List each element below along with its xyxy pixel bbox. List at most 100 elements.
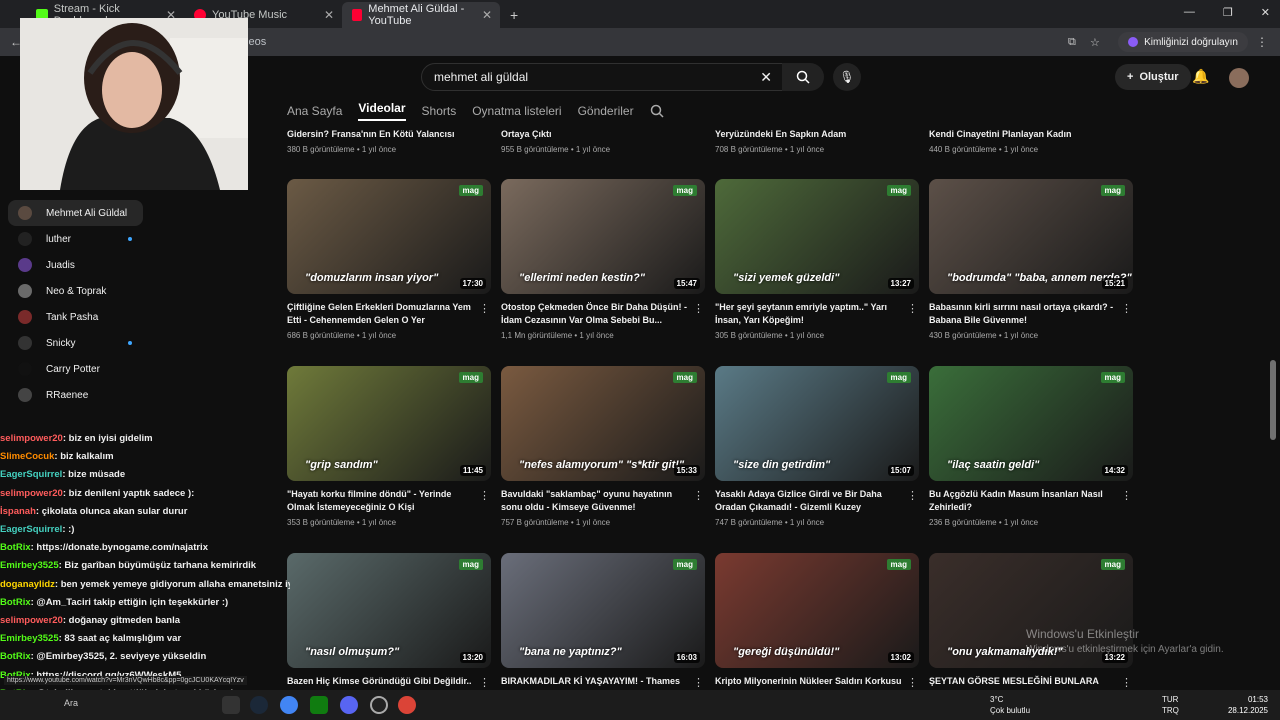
video-title[interactable]: Gidersin? Fransa'nın En Kötü Yalancısı	[287, 128, 477, 141]
video-title[interactable]: Otostop Çekmeden Önce Bir Daha Düşün! - …	[501, 301, 691, 327]
maximize-icon[interactable]: ❐	[1223, 6, 1233, 19]
video-title[interactable]: Çiftliğine Gelen Erkekleri Domuzlarına Y…	[287, 301, 477, 327]
more-options-icon[interactable]: ⋮	[907, 676, 918, 689]
subscription-item[interactable]: Snicky	[0, 330, 240, 356]
create-button[interactable]: + Oluştur	[1115, 64, 1191, 90]
menu-icon[interactable]: ⋮	[1256, 35, 1268, 49]
clock[interactable]: 01:53 28.12.2025	[1228, 694, 1268, 716]
subscription-item[interactable]: Neo & Toprak	[0, 278, 240, 304]
video-title[interactable]: Bu Açgözlü Kadın Masum İnsanları Nasıl Z…	[929, 488, 1119, 514]
video-card[interactable]: mag "bana ne yaptınız?" 16:03 BIRAKMADIL…	[501, 553, 706, 692]
video-card[interactable]: mag "gereği düşünüldü!" 13:02 Kripto Mil…	[715, 553, 920, 692]
video-card[interactable]: mag "grip sandım" 11:45 "Hayatı korku fi…	[287, 366, 492, 527]
subscription-item[interactable]: Juadis	[0, 252, 240, 278]
search-input[interactable]: mehmet ali güldal ✕	[421, 63, 783, 91]
video-title[interactable]: Babasının kirli sırrını nasıl ortaya çık…	[929, 301, 1119, 327]
video-title[interactable]: Ortaya Çıktı	[501, 128, 691, 141]
video-thumbnail[interactable]: mag "size din getirdim" 15:07	[715, 366, 919, 481]
taskbar-search[interactable]: Ara	[64, 698, 78, 708]
video-title[interactable]: Bavuldaki "saklambaç" oyunu hayatının so…	[501, 488, 691, 514]
more-options-icon[interactable]: ⋮	[1121, 489, 1132, 502]
more-options-icon[interactable]: ⋮	[479, 302, 490, 315]
tab-videos[interactable]: Videolar	[358, 101, 406, 121]
video-card[interactable]: mag "size din getirdim" 15:07 Yasaklı Ad…	[715, 366, 920, 527]
video-card[interactable]: mag "nasıl olmuşum?" 13:20 Bazen Hiç Kim…	[287, 553, 492, 692]
xbox-icon[interactable]	[310, 696, 328, 714]
video-thumbnail[interactable]: mag "gereği düşünüldü!" 13:02	[715, 553, 919, 668]
video-card[interactable]: Ortaya Çıktı 955 B görüntüleme • 1 yıl ön…	[501, 128, 706, 154]
video-thumbnail[interactable]: mag "ilaç saatin geldi" 14:32	[929, 366, 1133, 481]
weather-widget[interactable]: 3°C Çok bulutlu	[990, 694, 1030, 716]
video-title[interactable]: Bazen Hiç Kimse Göründüğü Gibi Değildir.…	[287, 675, 477, 688]
cast-icon[interactable]: ⧉	[1068, 36, 1076, 49]
video-card[interactable]: mag "domuzlarım insan yiyor" 17:30 Çiftl…	[287, 179, 492, 340]
video-title[interactable]: Yeryüzündeki En Sapkın Adam	[715, 128, 905, 141]
bell-icon[interactable]: 🔔	[1192, 68, 1209, 85]
verify-identity-button[interactable]: Kimliğinizi doğrulayın	[1118, 32, 1248, 52]
chrome-icon-2[interactable]	[398, 696, 416, 714]
subscription-item[interactable]: luther	[0, 226, 240, 252]
video-thumbnail[interactable]: mag "sizi yemek güzeldi" 13:27	[715, 179, 919, 294]
more-options-icon[interactable]: ⋮	[907, 489, 918, 502]
search-icon[interactable]	[650, 104, 664, 118]
scrollbar[interactable]	[1270, 360, 1276, 440]
video-card[interactable]: mag "onu yakmamalıydık!" 13:22 ŞEYTAN GÖ…	[929, 553, 1134, 692]
more-options-icon[interactable]: ⋮	[907, 302, 918, 315]
subscription-item[interactable]: RRaenee	[0, 382, 240, 408]
more-options-icon[interactable]: ⋮	[693, 302, 704, 315]
star-icon[interactable]: ☆	[1090, 36, 1100, 49]
close-window-icon[interactable]: ✕	[1261, 6, 1270, 19]
minimize-icon[interactable]: —	[1184, 6, 1195, 19]
more-options-icon[interactable]: ⋮	[1121, 676, 1132, 689]
video-thumbnail[interactable]: mag "nefes alamıyorum" "s*ktir git!" 15:…	[501, 366, 705, 481]
clear-icon[interactable]: ✕	[760, 69, 772, 86]
subscription-item[interactable]: Mehmet Ali Güldal	[8, 200, 143, 226]
obs-icon[interactable]	[370, 696, 388, 714]
video-thumbnail[interactable]: mag "ellerimi neden kestin?" 15:47	[501, 179, 705, 294]
video-thumbnail[interactable]: mag "nasıl olmuşum?" 13:20	[287, 553, 491, 668]
video-card[interactable]: Kendi Cinayetini Planlayan Kadın 440 B gö…	[929, 128, 1134, 154]
more-options-icon[interactable]: ⋮	[1121, 302, 1132, 315]
new-tab-button[interactable]: +	[510, 7, 518, 23]
video-card[interactable]: Yeryüzündeki En Sapkın Adam 708 B görüntü…	[715, 128, 920, 154]
tab-home[interactable]: Ana Sayfa	[287, 104, 342, 118]
video-title[interactable]: Kendi Cinayetini Planlayan Kadın	[929, 128, 1119, 141]
video-card[interactable]: mag "ilaç saatin geldi" 14:32 Bu Açgözlü…	[929, 366, 1134, 527]
video-title[interactable]: Yasaklı Adaya Gizlice Girdi ve Bir Daha …	[715, 488, 905, 514]
video-thumbnail[interactable]: mag "grip sandım" 11:45	[287, 366, 491, 481]
close-icon[interactable]: ✕	[482, 8, 492, 22]
more-options-icon[interactable]: ⋮	[693, 676, 704, 689]
video-card[interactable]: mag "nefes alamıyorum" "s*ktir git!" 15:…	[501, 366, 706, 527]
tab-posts[interactable]: Gönderiler	[578, 104, 634, 118]
video-thumbnail[interactable]: mag "bodrumda" "baba, annem nerde?" 15:2…	[929, 179, 1133, 294]
epic-icon[interactable]	[222, 696, 240, 714]
video-card[interactable]: Gidersin? Fransa'nın En Kötü Yalancısı 38…	[287, 128, 492, 154]
tab-shorts[interactable]: Shorts	[422, 104, 457, 118]
mic-button[interactable]: 🎙	[833, 63, 861, 91]
subscription-item[interactable]: Carry Potter	[0, 356, 240, 382]
tab-playlists[interactable]: Oynatma listeleri	[472, 104, 561, 118]
steam-icon[interactable]	[250, 696, 268, 714]
video-thumbnail[interactable]: mag "domuzlarım insan yiyor" 17:30	[287, 179, 491, 294]
chrome-icon[interactable]	[280, 696, 298, 714]
video-thumbnail[interactable]: mag "bana ne yaptınız?" 16:03	[501, 553, 705, 668]
avatar[interactable]	[1229, 68, 1249, 88]
video-title[interactable]: "Her şeyi şeytanın emriyle yaptım.." Yar…	[715, 301, 905, 327]
tab-youtube[interactable]: Mehmet Ali Güldal - YouTube ✕	[342, 2, 500, 28]
video-title[interactable]: "Hayatı korku filmine döndü" - Yerinde O…	[287, 488, 477, 514]
more-options-icon[interactable]: ⋮	[479, 676, 490, 689]
discord-icon[interactable]	[340, 696, 358, 714]
subscription-item[interactable]: Tank Pasha	[0, 304, 240, 330]
channel-tag: mag	[458, 372, 483, 383]
close-icon[interactable]: ✕	[324, 8, 334, 22]
video-card[interactable]: mag "bodrumda" "baba, annem nerde?" 15:2…	[929, 179, 1134, 340]
video-title[interactable]: BIRAKMADILAR Kİ YAŞAYAYIM! - Thames	[501, 675, 691, 688]
video-title[interactable]: Kripto Milyonerinin Nükleer Saldırı Kork…	[715, 675, 905, 688]
language-indicator[interactable]: TUR TRQ	[1162, 694, 1179, 716]
video-title[interactable]: ŞEYTAN GÖRSE MESLEĞİNİ BUNLARA	[929, 675, 1119, 688]
search-button[interactable]	[782, 63, 824, 91]
more-options-icon[interactable]: ⋮	[693, 489, 704, 502]
video-card[interactable]: mag "sizi yemek güzeldi" 13:27 "Her şeyi…	[715, 179, 920, 340]
more-options-icon[interactable]: ⋮	[479, 489, 490, 502]
video-card[interactable]: mag "ellerimi neden kestin?" 15:47 Otost…	[501, 179, 706, 340]
